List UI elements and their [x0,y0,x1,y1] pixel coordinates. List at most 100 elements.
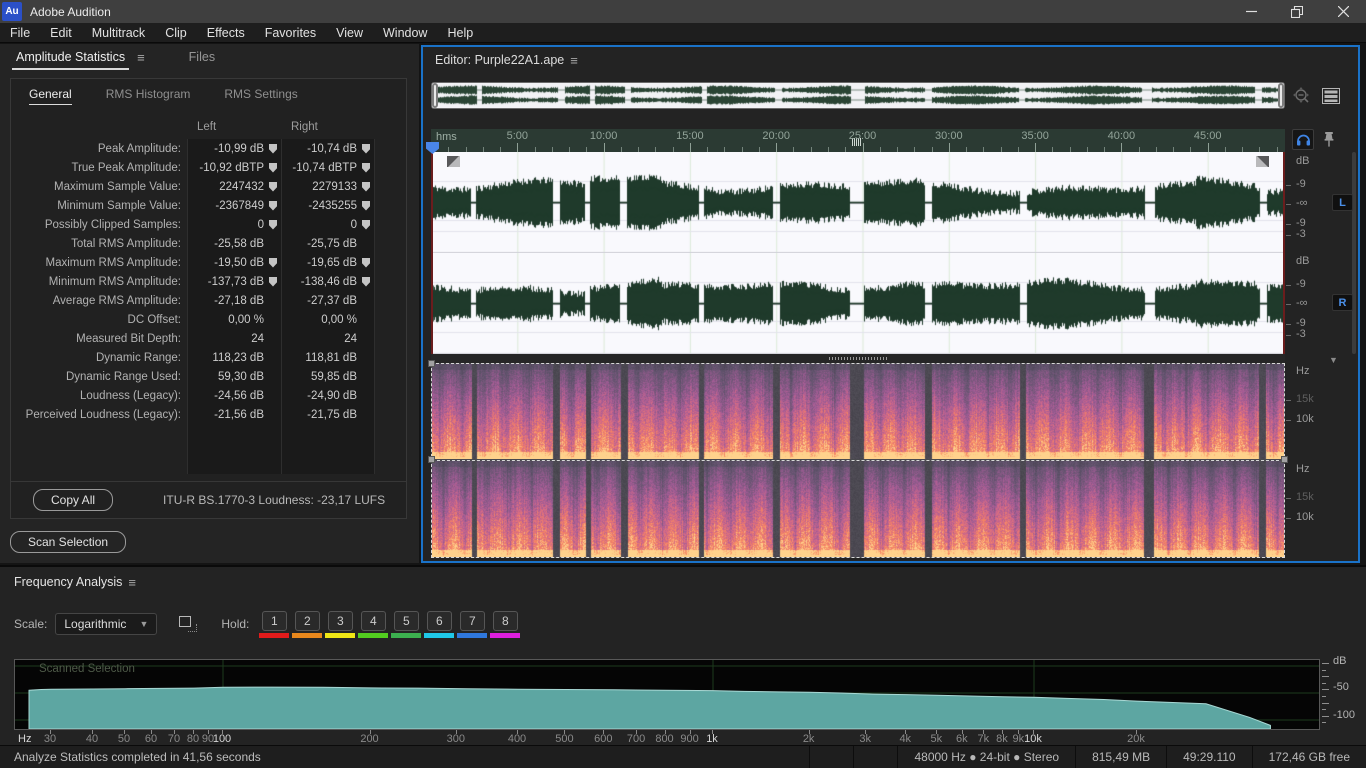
editor-header: Editor: Purple22A1.ape ≡ [423,47,578,73]
pin-icon[interactable] [1322,131,1336,148]
menu-item-effects[interactable]: Effects [197,23,255,43]
menu-item-help[interactable]: Help [437,23,483,43]
menu-item-window[interactable]: Window [373,23,437,43]
zoom-navigate-icon[interactable] [1292,86,1312,106]
stat-cell-left: -2367849 [187,196,281,215]
waveform-right-canvas[interactable] [431,253,1285,354]
stat-value: -10,99 dB [214,143,264,155]
minimize-button[interactable] [1228,0,1274,23]
stat-cell-right: -10,74 dB [281,139,375,158]
hold-button-5[interactable]: 5 [394,611,419,631]
navigate-marker-icon[interactable] [362,220,370,230]
spectral-selection-handle[interactable] [428,360,435,367]
navigate-marker-icon[interactable] [269,144,277,154]
scale-tick-mark [1286,498,1291,499]
hold-button-8[interactable]: 8 [493,611,518,631]
table-row: Possibly Clipped Samples:00 [17,215,401,234]
navigate-marker-icon[interactable] [362,163,370,173]
ruler-tick [604,143,605,152]
menu-item-edit[interactable]: Edit [40,23,82,43]
stat-value: -2367849 [215,200,264,212]
channel-button-r[interactable]: R [1332,294,1353,311]
hold-button-6[interactable]: 6 [427,611,452,631]
copy-all-button[interactable]: Copy All [33,489,113,511]
scale-tick-mark [1286,204,1291,205]
channel-button-l[interactable]: L [1332,194,1353,211]
navigate-marker-icon[interactable] [269,258,277,268]
spectral-collapse-icon[interactable]: ▼ [1329,355,1338,365]
table-row: Perceived Loudness (Legacy):-21,56 dB-21… [17,405,401,424]
spectral-display[interactable] [431,363,1285,558]
table-row: Average RMS Amplitude:-27,18 dB-27,37 dB [17,291,401,310]
navigator-right-handle[interactable] [1278,83,1284,108]
spectral-selection-handle[interactable] [1281,456,1288,463]
spectrogram-right-canvas[interactable] [432,461,1284,557]
monitor-button[interactable] [1292,129,1314,150]
menu-item-clip[interactable]: Clip [155,23,197,43]
editor-vertical-scrollbar[interactable] [1352,152,1356,354]
stat-label: Maximum RMS Amplitude: [17,257,187,269]
x-tick-label: 300 [447,733,465,745]
hold-color-bar [292,633,322,638]
ruler-time-label: 20:00 [762,130,790,142]
frequency-panel-menu-icon[interactable]: ≡ [128,575,136,590]
navigate-marker-icon[interactable] [362,277,370,287]
panel-tab-strip: Amplitude Statistics ≡ Files [0,44,419,71]
spectral-selection-handle[interactable] [428,456,435,463]
zoom-navigator[interactable] [431,82,1285,109]
restore-button[interactable] [1274,0,1320,23]
app-title: Adobe Audition [30,5,111,19]
display-layout-icon[interactable] [1322,88,1340,104]
navigate-marker-icon[interactable] [269,182,277,192]
menu-item-favorites[interactable]: Favorites [255,23,326,43]
navigate-marker-icon[interactable] [269,163,277,173]
scan-selection-button[interactable]: Scan Selection [10,531,126,553]
frequency-chart-svg [15,660,1319,729]
close-button[interactable] [1320,0,1366,23]
editor-menu-icon[interactable]: ≡ [570,53,578,68]
hold-button-3[interactable]: 3 [328,611,353,631]
x-tick-label: 40 [86,733,98,745]
scale-tick-label: -9 [1296,278,1306,290]
timeline-ruler[interactable]: hms 5:0010:0015:0020:0025:0030:0035:0040… [431,129,1285,152]
y-tick-mark [1322,676,1329,677]
navigate-marker-icon[interactable] [269,201,277,211]
selection-handle-right[interactable] [1256,156,1269,167]
hold-button-4[interactable]: 4 [361,611,386,631]
menu-item-file[interactable]: File [0,23,40,43]
x-tick-label: 8k [996,733,1008,745]
y-axis-unit: dB [1333,655,1346,667]
navigate-marker-icon[interactable] [362,144,370,154]
waveform-left-canvas[interactable] [431,152,1285,253]
navigate-marker-icon[interactable] [362,258,370,268]
x-tick-label: 70 [168,733,180,745]
stat-cell-right: -10,74 dBTP [281,158,375,177]
section-tab-rms-histogram[interactable]: RMS Histogram [106,79,191,109]
hold-button-1[interactable]: 1 [262,611,287,631]
app-icon: Au [2,2,22,21]
menu-item-view[interactable]: View [326,23,373,43]
navigate-marker-icon[interactable] [269,220,277,230]
hold-button-7[interactable]: 7 [460,611,485,631]
panel-tab-amplitude-statistics[interactable]: Amplitude Statistics [10,44,131,71]
menu-item-multitrack[interactable]: Multitrack [82,23,155,43]
navigate-marker-icon[interactable] [269,277,277,287]
panel-tab-files[interactable]: Files [183,44,221,71]
panel-menu-icon[interactable]: ≡ [137,50,145,65]
copy-graph-icon[interactable] [179,616,197,632]
stat-value: -19,65 dB [307,257,357,269]
hold-button-2[interactable]: 2 [295,611,320,631]
navigate-marker-icon[interactable] [362,201,370,211]
section-tab-rms-settings[interactable]: RMS Settings [224,79,297,109]
selection-handle-left[interactable] [447,156,460,167]
navigate-marker-icon[interactable] [362,182,370,192]
frequency-plot[interactable]: Scanned Selection [14,659,1320,730]
waveform-display[interactable] [431,152,1285,354]
scale-dropdown[interactable]: Logarithmic ▼ [55,613,157,635]
status-free-space: 172,46 GB free [1252,746,1366,768]
wave-spectral-splitter[interactable] [431,354,1285,363]
stat-value: -10,74 dBTP [292,162,357,174]
spectrogram-left-canvas[interactable] [432,364,1284,459]
navigator-left-handle[interactable] [432,83,438,108]
section-tab-general[interactable]: General [29,79,72,109]
